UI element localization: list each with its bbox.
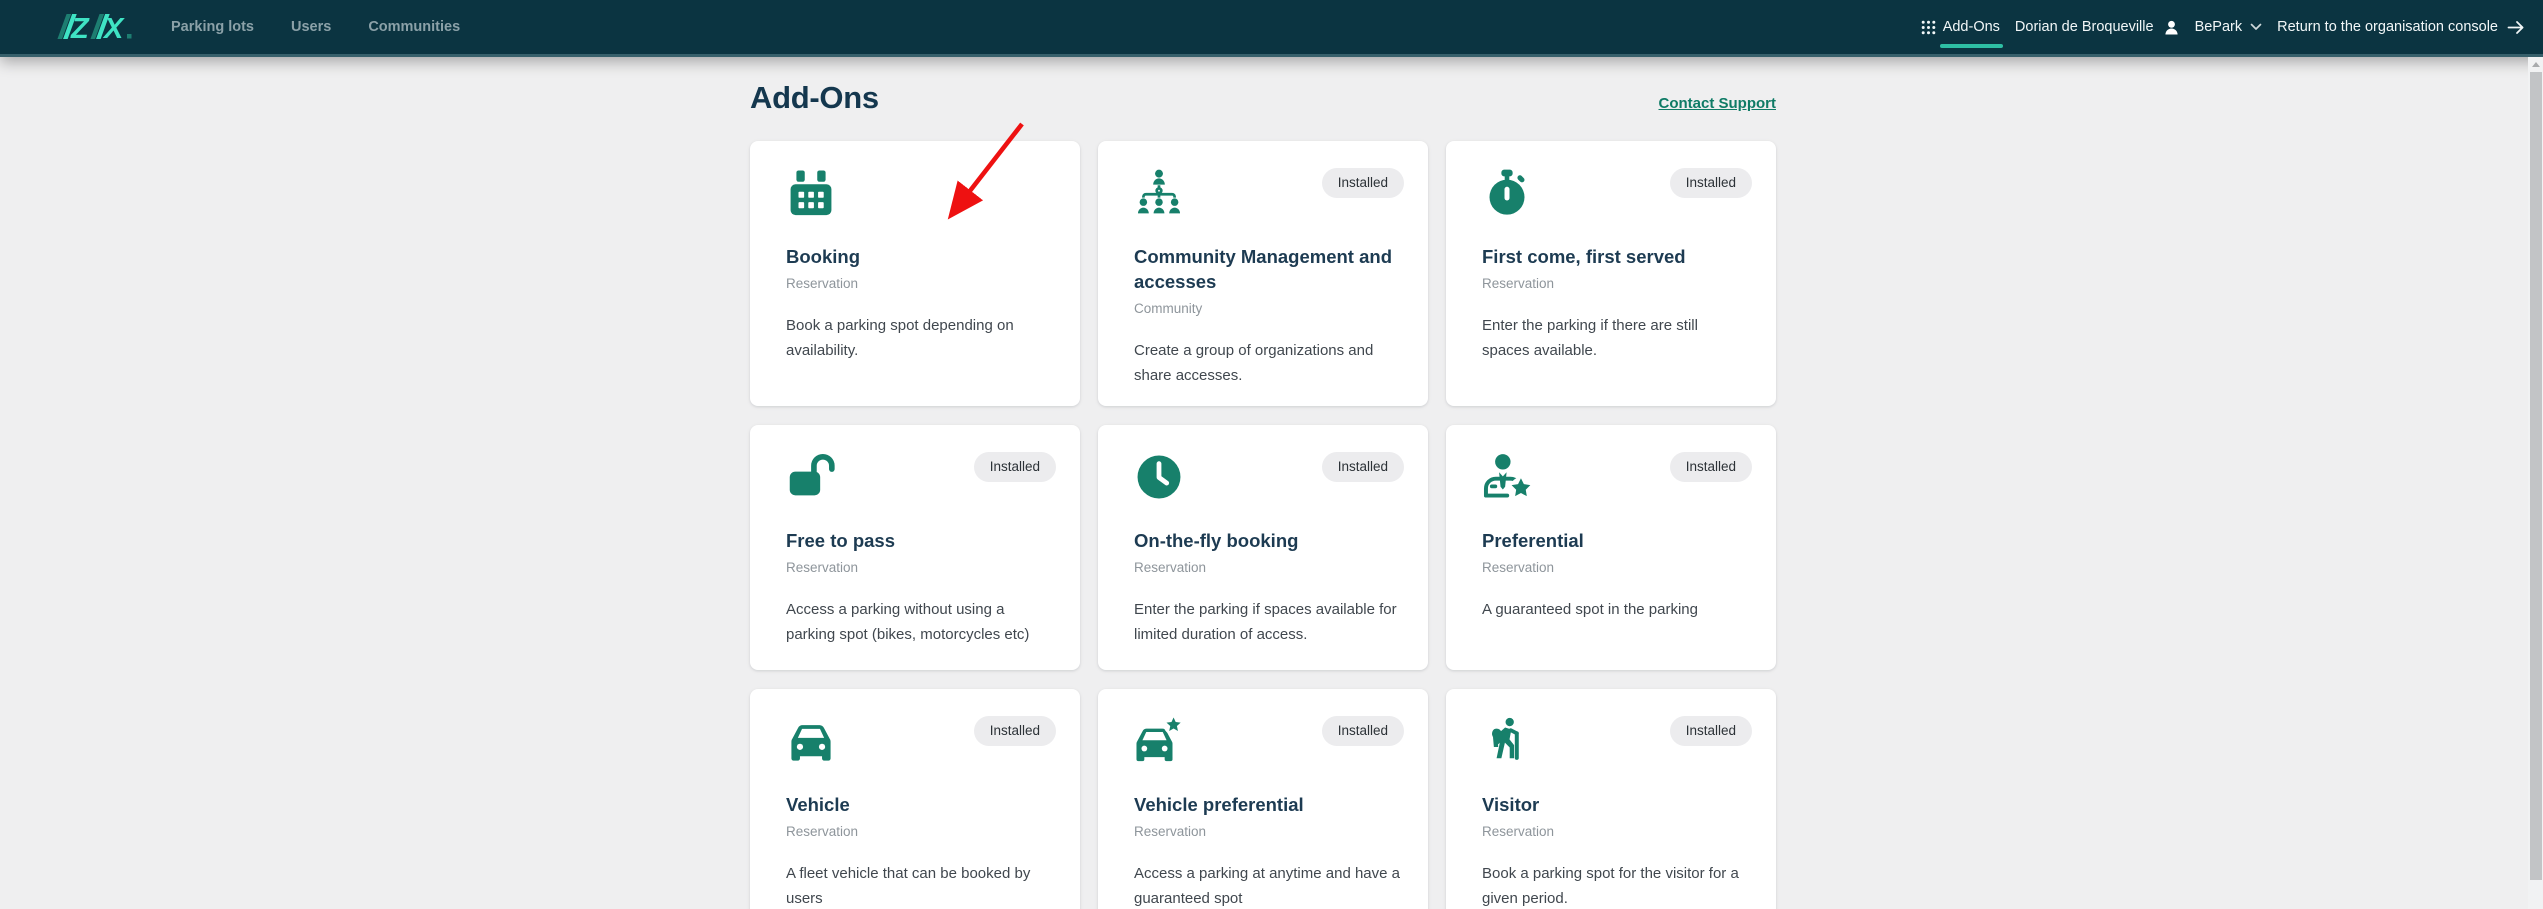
card-description: Access a parking without using a parking… [786,598,1052,647]
installed-badge: Installed [1322,168,1404,198]
card-category: Reservation [1134,823,1404,841]
addon-card-first-come-first-served[interactable]: Installed First come, first served Reser… [1446,141,1776,406]
page-header: Add-Ons Contact Support [750,81,1776,115]
card-description: Book a parking spot depending on availab… [786,314,1052,363]
card-category: Reservation [1482,559,1752,577]
addon-card-preferential[interactable]: Installed Preferential Reservation A gua… [1446,425,1776,670]
installed-badge: Installed [974,716,1056,746]
card-description: Create a group of organizations and shar… [1134,339,1400,388]
apps-grid-icon [1921,20,1936,35]
card-category: Reservation [1134,559,1404,577]
addon-card-free-to-pass[interactable]: Installed Free to pass Reservation Acces… [750,425,1080,670]
person-star-icon [1482,452,1532,502]
stopwatch-icon [1482,168,1532,218]
card-title: Vehicle [786,792,1046,817]
card-description: Access a parking at anytime and have a g… [1134,862,1400,909]
card-title: Community Management and accesses [1134,244,1394,294]
nav-item-add-ons[interactable]: Add-Ons [1921,19,2000,35]
addon-card-on-the-fly-booking[interactable]: Installed On-the-fly booking Reservation… [1098,425,1428,670]
izix-logo[interactable]: Z X [50,10,134,44]
svg-text:X: X [102,13,125,44]
clock-icon [1134,452,1184,502]
nav-link-users[interactable]: Users [291,0,331,54]
scrollbar-thumb[interactable] [2530,72,2542,880]
installed-badge: Installed [1322,716,1404,746]
installed-badge: Installed [1670,168,1752,198]
nav-organisation-selector[interactable]: BePark [2195,19,2263,35]
nav-add-ons-label: Add-Ons [1943,19,2000,35]
addon-card-community-management-and-accesses[interactable]: Installed Community Management and acces… [1098,141,1428,406]
return-to-console-link[interactable]: Return to the organisation console [2277,19,2525,35]
installed-badge: Installed [1670,452,1752,482]
addon-card-vehicle[interactable]: Installed Vehicle Reservation A fleet ve… [750,689,1080,909]
nav-user-menu[interactable]: Dorian de Broqueville [2015,19,2180,36]
org-chart-icon [1134,168,1184,218]
installed-badge: Installed [1322,452,1404,482]
installed-badge: Installed [1670,716,1752,746]
hiker-icon [1482,716,1532,766]
card-category: Reservation [1482,823,1752,841]
card-description: Enter the parking if spaces available fo… [1134,598,1400,647]
svg-text:Z: Z [70,13,90,44]
izix-logo-icon: Z X [50,10,134,44]
card-title: On-the-fly booking [1134,528,1394,553]
addon-card-vehicle-preferential[interactable]: Installed Vehicle preferential Reservati… [1098,689,1428,909]
vertical-scrollbar [2528,57,2543,909]
scrollbar-up-arrow[interactable] [2532,62,2540,67]
arrow-right-icon [2507,20,2525,35]
addon-card-visitor[interactable]: Installed Visitor Reservation Book a par… [1446,689,1776,909]
main-content: Add-Ons Contact Support Booking Reservat… [750,81,1776,909]
unlocked-padlock-icon [786,452,836,502]
user-name-label: Dorian de Broqueville [2015,19,2154,35]
card-category: Reservation [786,559,1056,577]
contact-support-link[interactable]: Contact Support [1659,95,1777,112]
card-title: Booking [786,244,1046,269]
card-description: Enter the parking if there are still spa… [1482,314,1748,363]
card-description: A guaranteed spot in the parking [1482,598,1748,623]
active-tab-underline [1940,44,2003,48]
card-title: Preferential [1482,528,1742,553]
user-icon [2163,19,2180,36]
page-title: Add-Ons [750,81,879,115]
card-description: Book a parking spot for the visitor for … [1482,862,1748,909]
car-icon [786,716,836,766]
calendar-icon [786,168,836,218]
addon-card-booking[interactable]: Booking Reservation Book a parking spot … [750,141,1080,406]
organisation-name-label: BePark [2195,19,2243,35]
card-title: Free to pass [786,528,1046,553]
card-title: First come, first served [1482,244,1742,269]
chevron-down-icon [2250,23,2262,31]
addons-grid: Booking Reservation Book a parking spot … [750,141,1776,909]
card-category: Reservation [1482,275,1752,293]
car-star-icon [1134,716,1184,766]
card-description: A fleet vehicle that can be booked by us… [786,862,1052,909]
card-category: Reservation [786,275,1056,293]
card-category: Community [1134,300,1404,318]
card-category: Reservation [786,823,1056,841]
top-navigation-bar: Z X Parking lots Users Communities [0,0,2543,57]
nav-link-parking-lots[interactable]: Parking lots [171,0,254,54]
card-title: Visitor [1482,792,1742,817]
nav-link-communities[interactable]: Communities [368,0,460,54]
card-title: Vehicle preferential [1134,792,1394,817]
installed-badge: Installed [974,452,1056,482]
return-to-console-label: Return to the organisation console [2277,19,2498,35]
